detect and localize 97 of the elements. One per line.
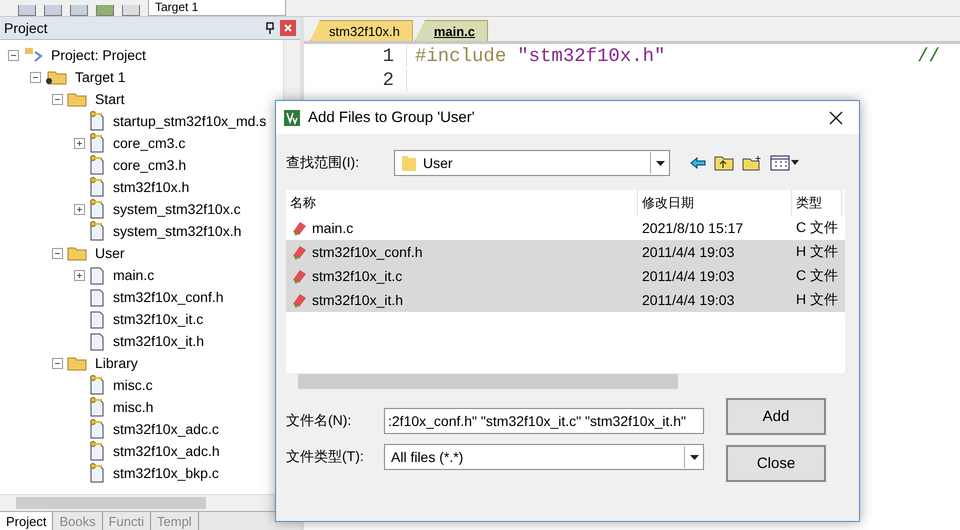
collapse-icon[interactable]	[30, 72, 41, 82]
dialog-button[interactable]: Close	[726, 445, 826, 482]
field-label: 查找范围(I):	[286, 154, 360, 172]
folder-icon	[67, 91, 87, 107]
key-file-icon	[89, 419, 105, 439]
tree-item[interactable]: stm32f10x_adc.h	[113, 443, 220, 459]
view-menu-icon[interactable]	[770, 155, 800, 171]
tree-item[interactable]: system_stm32f10x.c	[113, 201, 241, 217]
key-file-icon	[89, 155, 105, 175]
key-file-icon	[89, 199, 105, 219]
tree-item[interactable]: stm32f10x.h	[113, 179, 190, 195]
file-row[interactable]: stm32f10x_conf.h 2011/4/4 19:03 H 文件	[286, 240, 845, 264]
tree-item[interactable]: stm32f10x_bkp.c	[113, 465, 219, 481]
collapse-icon[interactable]	[52, 248, 63, 258]
file-name-cell: stm32f10x_it.c	[286, 268, 638, 284]
editor-tab[interactable]: stm32f10x.h	[310, 20, 413, 41]
file-type-cell-text: H 文件	[795, 291, 839, 309]
folder-icon	[67, 245, 87, 261]
look-in-dropdown[interactable]: User	[394, 150, 670, 176]
key-file-icon	[89, 463, 105, 483]
modified-date-cell-text: 2011/4/4 19:03	[641, 292, 736, 308]
pin-icon[interactable]	[266, 22, 274, 34]
tree-item[interactable]: core_cm3.h	[113, 157, 186, 173]
target-folder-icon	[45, 69, 67, 85]
dialog-title: Add Files to Group 'User'	[308, 109, 476, 126]
tree-item[interactable]: stm32f10x_it.h	[113, 333, 204, 349]
tree-item[interactable]: User	[95, 245, 125, 261]
project-icon	[23, 46, 43, 64]
tree-item[interactable]: startup_stm32f10x_md.s	[113, 113, 266, 129]
expand-icon[interactable]	[74, 138, 85, 148]
key-file-icon	[89, 441, 105, 461]
tree-item[interactable]: Library	[95, 355, 138, 371]
folder-icon	[401, 154, 417, 172]
key-file-icon	[89, 133, 105, 153]
new-folder-icon[interactable]	[742, 155, 762, 171]
panel-title: Project	[4, 20, 49, 36]
file-type-cell-text: C 文件	[795, 219, 839, 237]
file-type-dropdown[interactable]: All files (*.*)	[384, 444, 704, 470]
file-name-cell: stm32f10x_conf.h	[286, 244, 638, 260]
tree-item[interactable]: stm32f10x_adc.c	[113, 421, 219, 437]
tree-item[interactable]: core_cm3.c	[113, 135, 186, 151]
code-keyword: #include	[415, 45, 506, 67]
back-arrow-icon[interactable]	[690, 157, 706, 169]
tree-item[interactable]: Target 1	[75, 69, 126, 85]
tree-item[interactable]: Start	[95, 91, 125, 107]
file-icon	[89, 331, 105, 351]
file-type-cell-text: C 文件	[795, 267, 839, 285]
code-comment: //	[917, 45, 940, 67]
editor-tab[interactable]: main.c	[414, 20, 488, 41]
toolbar-icon[interactable]	[122, 5, 140, 16]
key-file-icon	[89, 397, 105, 417]
dropdown-caret-icon	[656, 160, 664, 166]
toolbar-icon[interactable]	[70, 5, 88, 16]
close-icon[interactable]	[280, 20, 296, 36]
collapse-icon[interactable]	[8, 50, 19, 60]
dropdown-caret-icon	[690, 454, 698, 460]
folder-icon	[67, 355, 87, 371]
file-name-field[interactable]: :2f10x_conf.h" "stm32f10x_it.c" "stm32f10x_it.h"	[384, 408, 704, 434]
panel-tab[interactable]: Project	[0, 512, 54, 530]
file-name-cell: main.c	[286, 220, 638, 236]
code-string: "stm32f10x.h"	[517, 45, 666, 67]
tree-item[interactable]: misc.h	[113, 399, 154, 415]
tree-item[interactable]: system_stm32f10x.h	[113, 223, 242, 239]
file-icon	[89, 265, 105, 285]
key-file-icon	[89, 375, 105, 395]
key-file-icon	[89, 221, 105, 241]
file-row[interactable]: stm32f10x_it.h 2011/4/4 19:03 H 文件	[286, 288, 845, 312]
collapse-icon[interactable]	[52, 94, 63, 104]
target-select[interactable]: Target 1	[148, 0, 286, 16]
expand-icon[interactable]	[74, 270, 85, 280]
key-file-icon	[89, 111, 105, 131]
up-folder-icon[interactable]	[714, 155, 734, 171]
tree-item[interactable]: stm32f10x_conf.h	[113, 289, 224, 305]
file-type-cell-text: H 文件	[795, 243, 839, 261]
app-icon	[284, 110, 300, 126]
field-label: 文件类型(T):	[286, 448, 365, 466]
toolbar-icon[interactable]	[44, 5, 62, 16]
tree-item[interactable]: main.c	[113, 267, 154, 283]
field-label: 文件名(N):	[286, 412, 352, 430]
modified-date-cell-text: 2021/8/10 15:17	[641, 220, 744, 236]
file-name-cell: stm32f10x_it.h	[286, 292, 638, 308]
file-icon	[89, 287, 105, 307]
tree-item[interactable]: Project: Project	[51, 47, 146, 63]
line-number: 2	[304, 69, 407, 91]
collapse-icon[interactable]	[52, 358, 63, 368]
tree-item[interactable]: stm32f10x_it.c	[113, 311, 204, 327]
close-icon	[829, 110, 843, 124]
toolbar-icon[interactable]	[18, 5, 36, 16]
file-icon	[89, 309, 105, 329]
modified-date-cell-text: 2011/4/4 19:03	[641, 244, 736, 260]
modified-date-cell-text: 2011/4/4 19:03	[641, 268, 736, 284]
dialog-button[interactable]: Add	[726, 398, 826, 435]
file-row[interactable]: stm32f10x_it.c 2011/4/4 19:03 C 文件	[286, 264, 845, 288]
key-file-icon	[89, 177, 105, 197]
expand-icon[interactable]	[74, 204, 85, 214]
line-number: 1	[304, 45, 407, 67]
tree-item[interactable]: misc.c	[113, 377, 153, 393]
